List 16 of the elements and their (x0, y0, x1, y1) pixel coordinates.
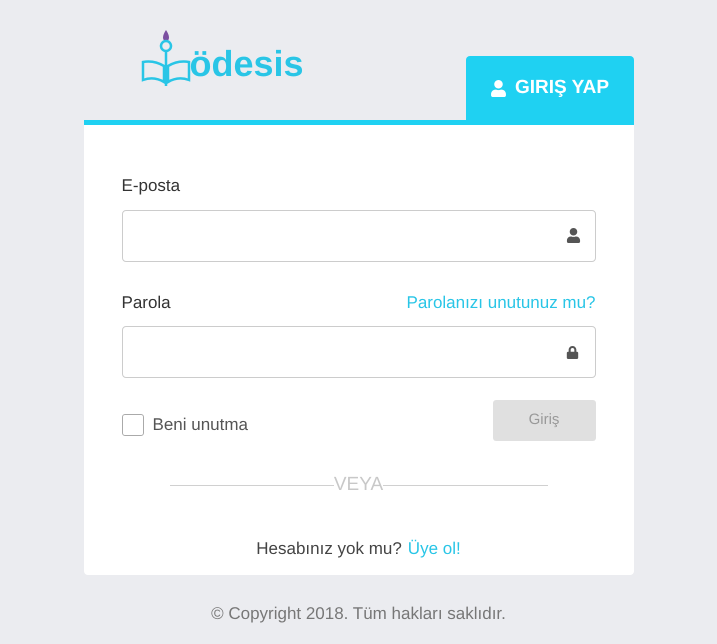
signup-link[interactable]: Üye ol! (408, 536, 461, 561)
logo-text: ödesis (190, 46, 304, 82)
lock-icon (566, 346, 578, 358)
book-torch-icon (140, 28, 192, 88)
signup-prompt: Hesabınız yok mu? (256, 538, 402, 560)
remember-checkbox[interactable] (122, 414, 144, 436)
user-icon (566, 228, 580, 243)
forgot-password-link[interactable]: Parolanızı unutunuz mu? (406, 290, 596, 315)
email-label: E-posta (122, 175, 182, 197)
email-field[interactable] (122, 210, 596, 262)
password-field[interactable] (122, 326, 596, 378)
login-tab[interactable]: GIRIŞ YAP (466, 56, 634, 120)
copyright-text: © Copyright 2018. Tüm hakları saklıdır. (211, 603, 506, 625)
user-icon (490, 80, 507, 96)
remember-label: Beni unutma (152, 414, 248, 436)
password-label: Parola (122, 292, 171, 314)
